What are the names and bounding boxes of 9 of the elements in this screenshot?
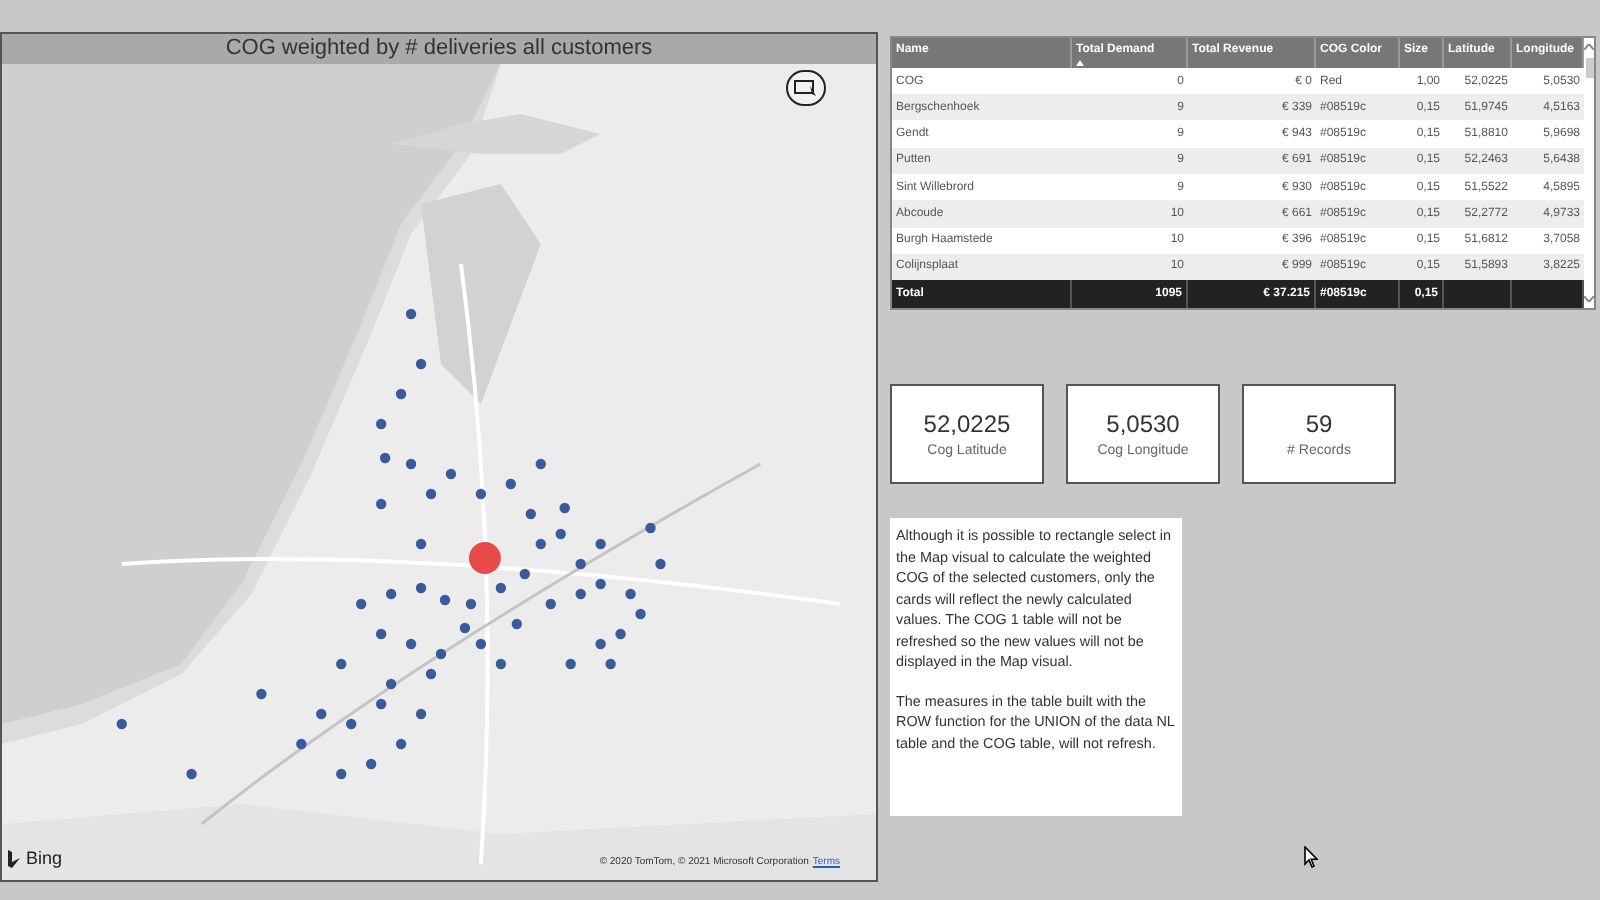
map-title: COG weighted by # deliveries all customers bbox=[225, 38, 653, 60]
scrollbar[interactable] bbox=[1584, 38, 1594, 308]
card-value: 59 bbox=[1305, 411, 1333, 435]
card-value: 5,0530 bbox=[1106, 411, 1180, 435]
card-value: 52,0225 bbox=[923, 411, 1011, 435]
mouse-cursor-icon bbox=[1304, 846, 1318, 868]
bing-logo-text: Bing bbox=[26, 850, 63, 868]
rectangle-select-icon bbox=[794, 79, 818, 97]
bing-logo-icon bbox=[8, 850, 22, 868]
